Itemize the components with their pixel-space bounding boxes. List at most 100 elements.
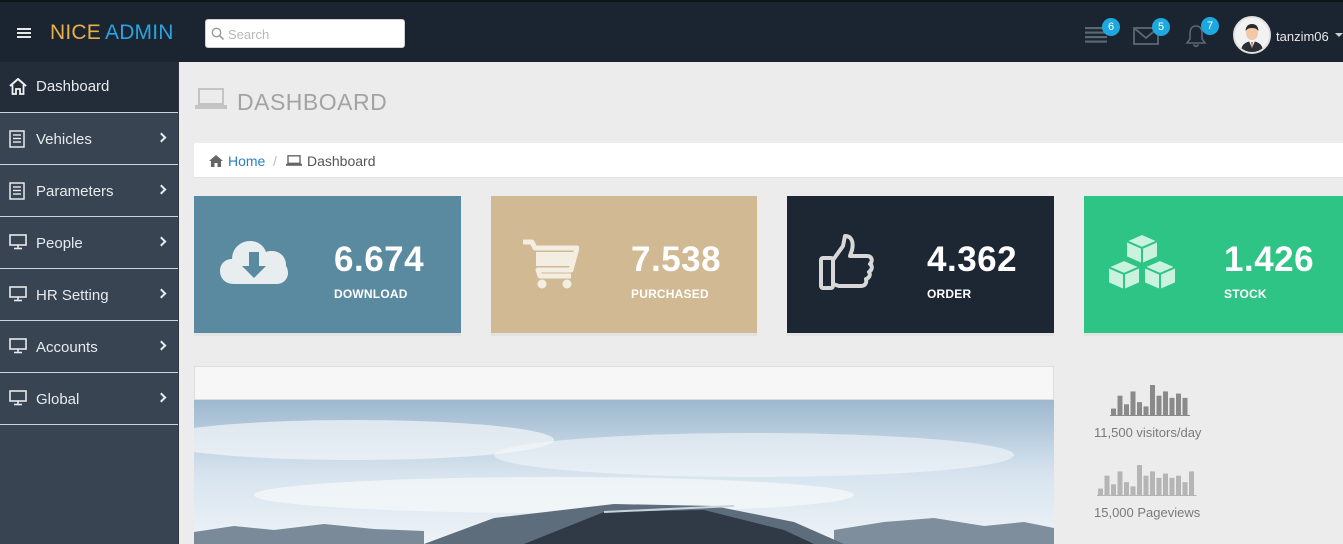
sidebar-item-label: HR Setting xyxy=(36,287,109,304)
breadcrumb-current: Dashboard xyxy=(307,153,376,169)
caret-down-icon xyxy=(1335,33,1343,37)
monitor-icon xyxy=(9,286,27,302)
search-box xyxy=(205,19,405,48)
messages-count-badge: 5 xyxy=(1152,18,1170,36)
sparkline-bar xyxy=(1111,484,1116,495)
chevron-right-icon xyxy=(156,392,167,403)
user-avatar-icon xyxy=(1235,18,1269,52)
sidebar-item-vehicles[interactable]: Vehicles xyxy=(0,114,178,165)
avatar xyxy=(1233,16,1271,54)
stat-label: PURCHASED xyxy=(631,287,709,301)
sparkline-bar xyxy=(1182,397,1188,415)
vehicle-photo xyxy=(194,400,1054,544)
sidebar-item-parameters[interactable]: Parameters xyxy=(0,166,178,217)
sparkline-bar xyxy=(1182,482,1188,495)
stat-value: 4.362 xyxy=(927,240,1018,279)
brand-logo[interactable]: NICE ADMIN xyxy=(50,21,174,45)
panel-header xyxy=(194,366,1054,400)
vehicle-image xyxy=(194,400,1054,544)
sidebar: Dashboard Vehicles Parameters People HR … xyxy=(0,62,179,544)
home-icon xyxy=(9,78,27,95)
sparkline-bar xyxy=(1156,477,1162,495)
sparkline-bar xyxy=(1176,475,1181,495)
chevron-right-icon xyxy=(156,132,167,143)
monitor-icon xyxy=(9,338,27,354)
sparkline-bar xyxy=(1130,391,1136,415)
stat-card-download[interactable]: 6.674 DOWNLOAD xyxy=(194,196,461,336)
stat-value: 1.426 xyxy=(1224,240,1315,279)
chevron-right-icon xyxy=(156,236,167,247)
search-input[interactable] xyxy=(228,24,398,44)
notifications-button[interactable]: 7 xyxy=(1184,17,1219,53)
shopping-cart-icon xyxy=(523,239,579,289)
chevron-right-icon xyxy=(156,288,167,299)
sidebar-item-label: People xyxy=(36,235,83,252)
tasks-count-badge: 6 xyxy=(1102,18,1120,36)
sparkline-bar xyxy=(1130,486,1136,495)
sparkline-bar xyxy=(1143,475,1149,495)
stat-label: ORDER xyxy=(927,287,972,301)
stat-label: STOCK xyxy=(1224,287,1267,301)
stat-card-purchased[interactable]: 7.538 PURCHASED xyxy=(491,196,757,336)
chevron-right-icon xyxy=(156,340,167,351)
stat-label: DOWNLOAD xyxy=(334,287,408,301)
sparkline-bar xyxy=(1169,477,1175,495)
tasks-button[interactable]: 6 xyxy=(1084,18,1120,49)
sparkline-bar xyxy=(1163,391,1168,415)
menu-toggle-icon[interactable] xyxy=(17,28,31,38)
sparkline-bar xyxy=(1176,393,1181,415)
visitors-sparkline xyxy=(1110,385,1190,416)
sparkline-bar xyxy=(1117,395,1123,415)
breadcrumb: Home / Dashboard xyxy=(194,143,1343,178)
brand-part1: NICE xyxy=(50,21,101,44)
sparkline-bar xyxy=(1111,408,1116,415)
sparkline-bar xyxy=(1143,406,1149,415)
sparkline-bar xyxy=(1150,471,1155,495)
document-icon xyxy=(9,130,25,148)
sidebar-item-label: Dashboard xyxy=(36,78,110,95)
document-icon xyxy=(9,182,25,200)
sparkline-bar xyxy=(1137,465,1142,495)
pageviews-label: 15,000 Pageviews xyxy=(1094,505,1201,520)
sparkline-bar xyxy=(1150,385,1155,415)
chevron-right-icon xyxy=(156,184,167,195)
sidebar-item-label: Parameters xyxy=(36,183,114,200)
sidebar-item-dashboard[interactable]: Dashboard xyxy=(0,62,178,113)
sparkline-bar xyxy=(1124,404,1129,415)
laptop-icon xyxy=(286,155,302,166)
messages-button[interactable]: 5 xyxy=(1133,18,1170,50)
pageviews-sparkline xyxy=(1097,465,1197,496)
cubes-icon xyxy=(1105,232,1179,292)
sidebar-item-people[interactable]: People xyxy=(0,218,178,269)
breadcrumb-home-link[interactable]: Home xyxy=(228,153,265,169)
sparkline-bar xyxy=(1098,488,1103,495)
monitor-icon xyxy=(9,390,27,406)
top-header: NICEADMIN 6 5 7 xyxy=(0,0,1343,62)
page-title: DASHBOARD xyxy=(237,89,388,115)
sparkline-bar xyxy=(1117,471,1123,495)
sparkline-bar xyxy=(1137,402,1142,415)
brand-part2: ADMIN xyxy=(104,21,174,44)
sidebar-item-label: Accounts xyxy=(36,339,98,356)
laptop-icon xyxy=(195,88,227,109)
sparkline-bar xyxy=(1169,397,1175,415)
username: tanzim06 xyxy=(1276,29,1329,44)
sidebar-item-accounts[interactable]: Accounts xyxy=(0,322,178,373)
breadcrumb-separator: / xyxy=(273,153,277,169)
cloud-download-icon xyxy=(220,241,288,284)
stat-card-stock[interactable]: 1.426 STOCK xyxy=(1084,196,1343,336)
sparkline-bar xyxy=(1156,395,1162,415)
monitor-icon xyxy=(9,234,27,250)
home-icon xyxy=(209,155,223,167)
visitors-label: 11,500 visitors/day xyxy=(1094,425,1202,440)
stat-card-order[interactable]: 4.362 ORDER xyxy=(787,196,1054,336)
search-icon xyxy=(211,27,225,41)
sparkline-bar xyxy=(1163,473,1168,495)
sidebar-item-label: Vehicles xyxy=(36,131,92,148)
sidebar-item-global[interactable]: Global xyxy=(0,374,178,425)
sparkline-bar xyxy=(1104,475,1110,495)
sidebar-item-label: Global xyxy=(36,391,80,408)
thumbs-up-icon xyxy=(819,234,874,290)
stat-value: 6.674 xyxy=(334,240,425,279)
sidebar-item-hr-setting[interactable]: HR Setting xyxy=(0,270,178,321)
